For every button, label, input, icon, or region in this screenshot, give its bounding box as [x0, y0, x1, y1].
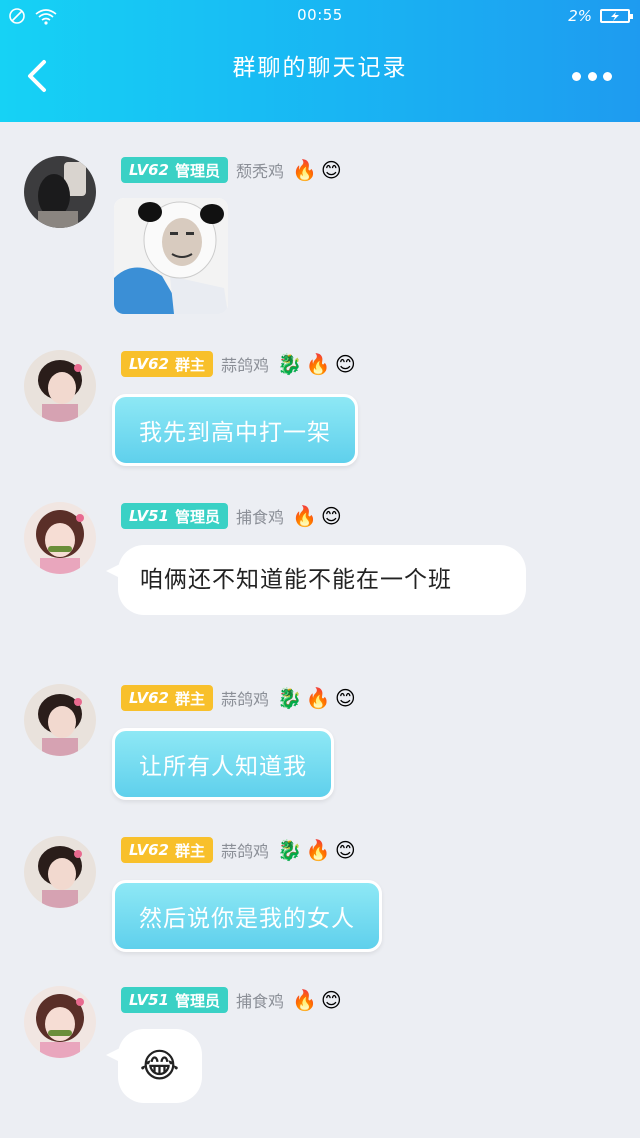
message-meta: LV51 管理员 捕食鸡 🔥 😊 — [121, 986, 342, 1014]
level-badge: LV62 群主 — [121, 837, 213, 863]
more-dot-icon — [587, 71, 597, 81]
sender-name: 捕食鸡 — [236, 992, 285, 1011]
flower-smile-icon: 😊 — [334, 686, 356, 710]
status-bar: 00:55 2% — [0, 0, 640, 32]
flower-smile-icon: 😊 — [320, 158, 342, 182]
sender-name: 蒜鸽鸡 — [221, 690, 270, 709]
avatar[interactable] — [24, 684, 96, 756]
fire-icon: 🔥 — [305, 838, 331, 862]
battery-percent: 2% — [568, 7, 592, 25]
avatar[interactable] — [24, 156, 96, 228]
message-bubble[interactable]: 我先到高中打一架 — [112, 394, 358, 466]
level-badge: LV51 管理员 — [121, 503, 228, 529]
battery-icon — [600, 9, 633, 23]
avatar[interactable] — [24, 986, 96, 1058]
fire-icon: 🔥 — [292, 504, 317, 528]
fire-icon: 🔥 — [292, 158, 317, 182]
flower-smile-icon: 😊 — [334, 838, 356, 862]
flower-smile-icon: 😊 — [320, 988, 342, 1012]
app-header: 00:55 2% 群聊的聊天记录 — [0, 0, 640, 122]
sticker-image[interactable] — [114, 198, 228, 314]
status-time: 00:55 — [297, 6, 343, 24]
message-meta: LV62 管理员 颓秃鸡 🔥 😊 — [121, 156, 342, 184]
fire-icon: 🔥 — [305, 686, 331, 710]
level-badge: LV62 群主 — [121, 351, 213, 377]
flower-smile-icon: 😊 — [334, 352, 356, 376]
more-button[interactable] — [572, 66, 612, 86]
message-bubble[interactable]: 让所有人知道我 — [112, 728, 334, 800]
sender-name: 捕食鸡 — [236, 508, 285, 527]
sender-name: 蒜鸽鸡 — [221, 842, 270, 861]
avatar[interactable] — [24, 502, 96, 574]
sender-name: 蒜鸽鸡 — [221, 356, 270, 375]
message-bubble[interactable]: 😂 — [118, 1029, 202, 1103]
dragon-icon: 🐉 — [277, 352, 302, 376]
sender-name: 颓秃鸡 — [236, 162, 285, 181]
fire-icon: 🔥 — [305, 352, 331, 376]
dragon-icon: 🐉 — [277, 686, 302, 710]
page-title: 群聊的聊天记录 — [232, 55, 408, 81]
message-meta: LV62 群主 蒜鸽鸡 🐉 🔥 😊 — [121, 836, 356, 864]
level-badge: LV62 群主 — [121, 685, 213, 711]
avatar[interactable] — [24, 836, 96, 908]
message-bubble[interactable]: 然后说你是我的女人 — [112, 880, 382, 952]
level-badge: LV62 管理员 — [121, 157, 228, 183]
dragon-icon: 🐉 — [277, 838, 302, 862]
level-badge: LV51 管理员 — [121, 987, 228, 1013]
message-meta: LV62 群主 蒜鸽鸡 🐉 🔥 😊 — [121, 684, 356, 712]
more-dot-icon — [572, 71, 581, 81]
avatar[interactable] — [24, 350, 96, 422]
more-dot-icon — [603, 71, 612, 81]
message-bubble[interactable]: 咱俩还不知道能不能在一个班 — [118, 545, 526, 615]
message-meta: LV62 群主 蒜鸽鸡 🐉 🔥 😊 — [121, 350, 356, 378]
flower-smile-icon: 😊 — [320, 504, 342, 528]
message-meta: LV51 管理员 捕食鸡 🔥 😊 — [121, 502, 342, 530]
fire-icon: 🔥 — [292, 988, 317, 1012]
status-icons-right: 2% — [568, 5, 633, 27]
